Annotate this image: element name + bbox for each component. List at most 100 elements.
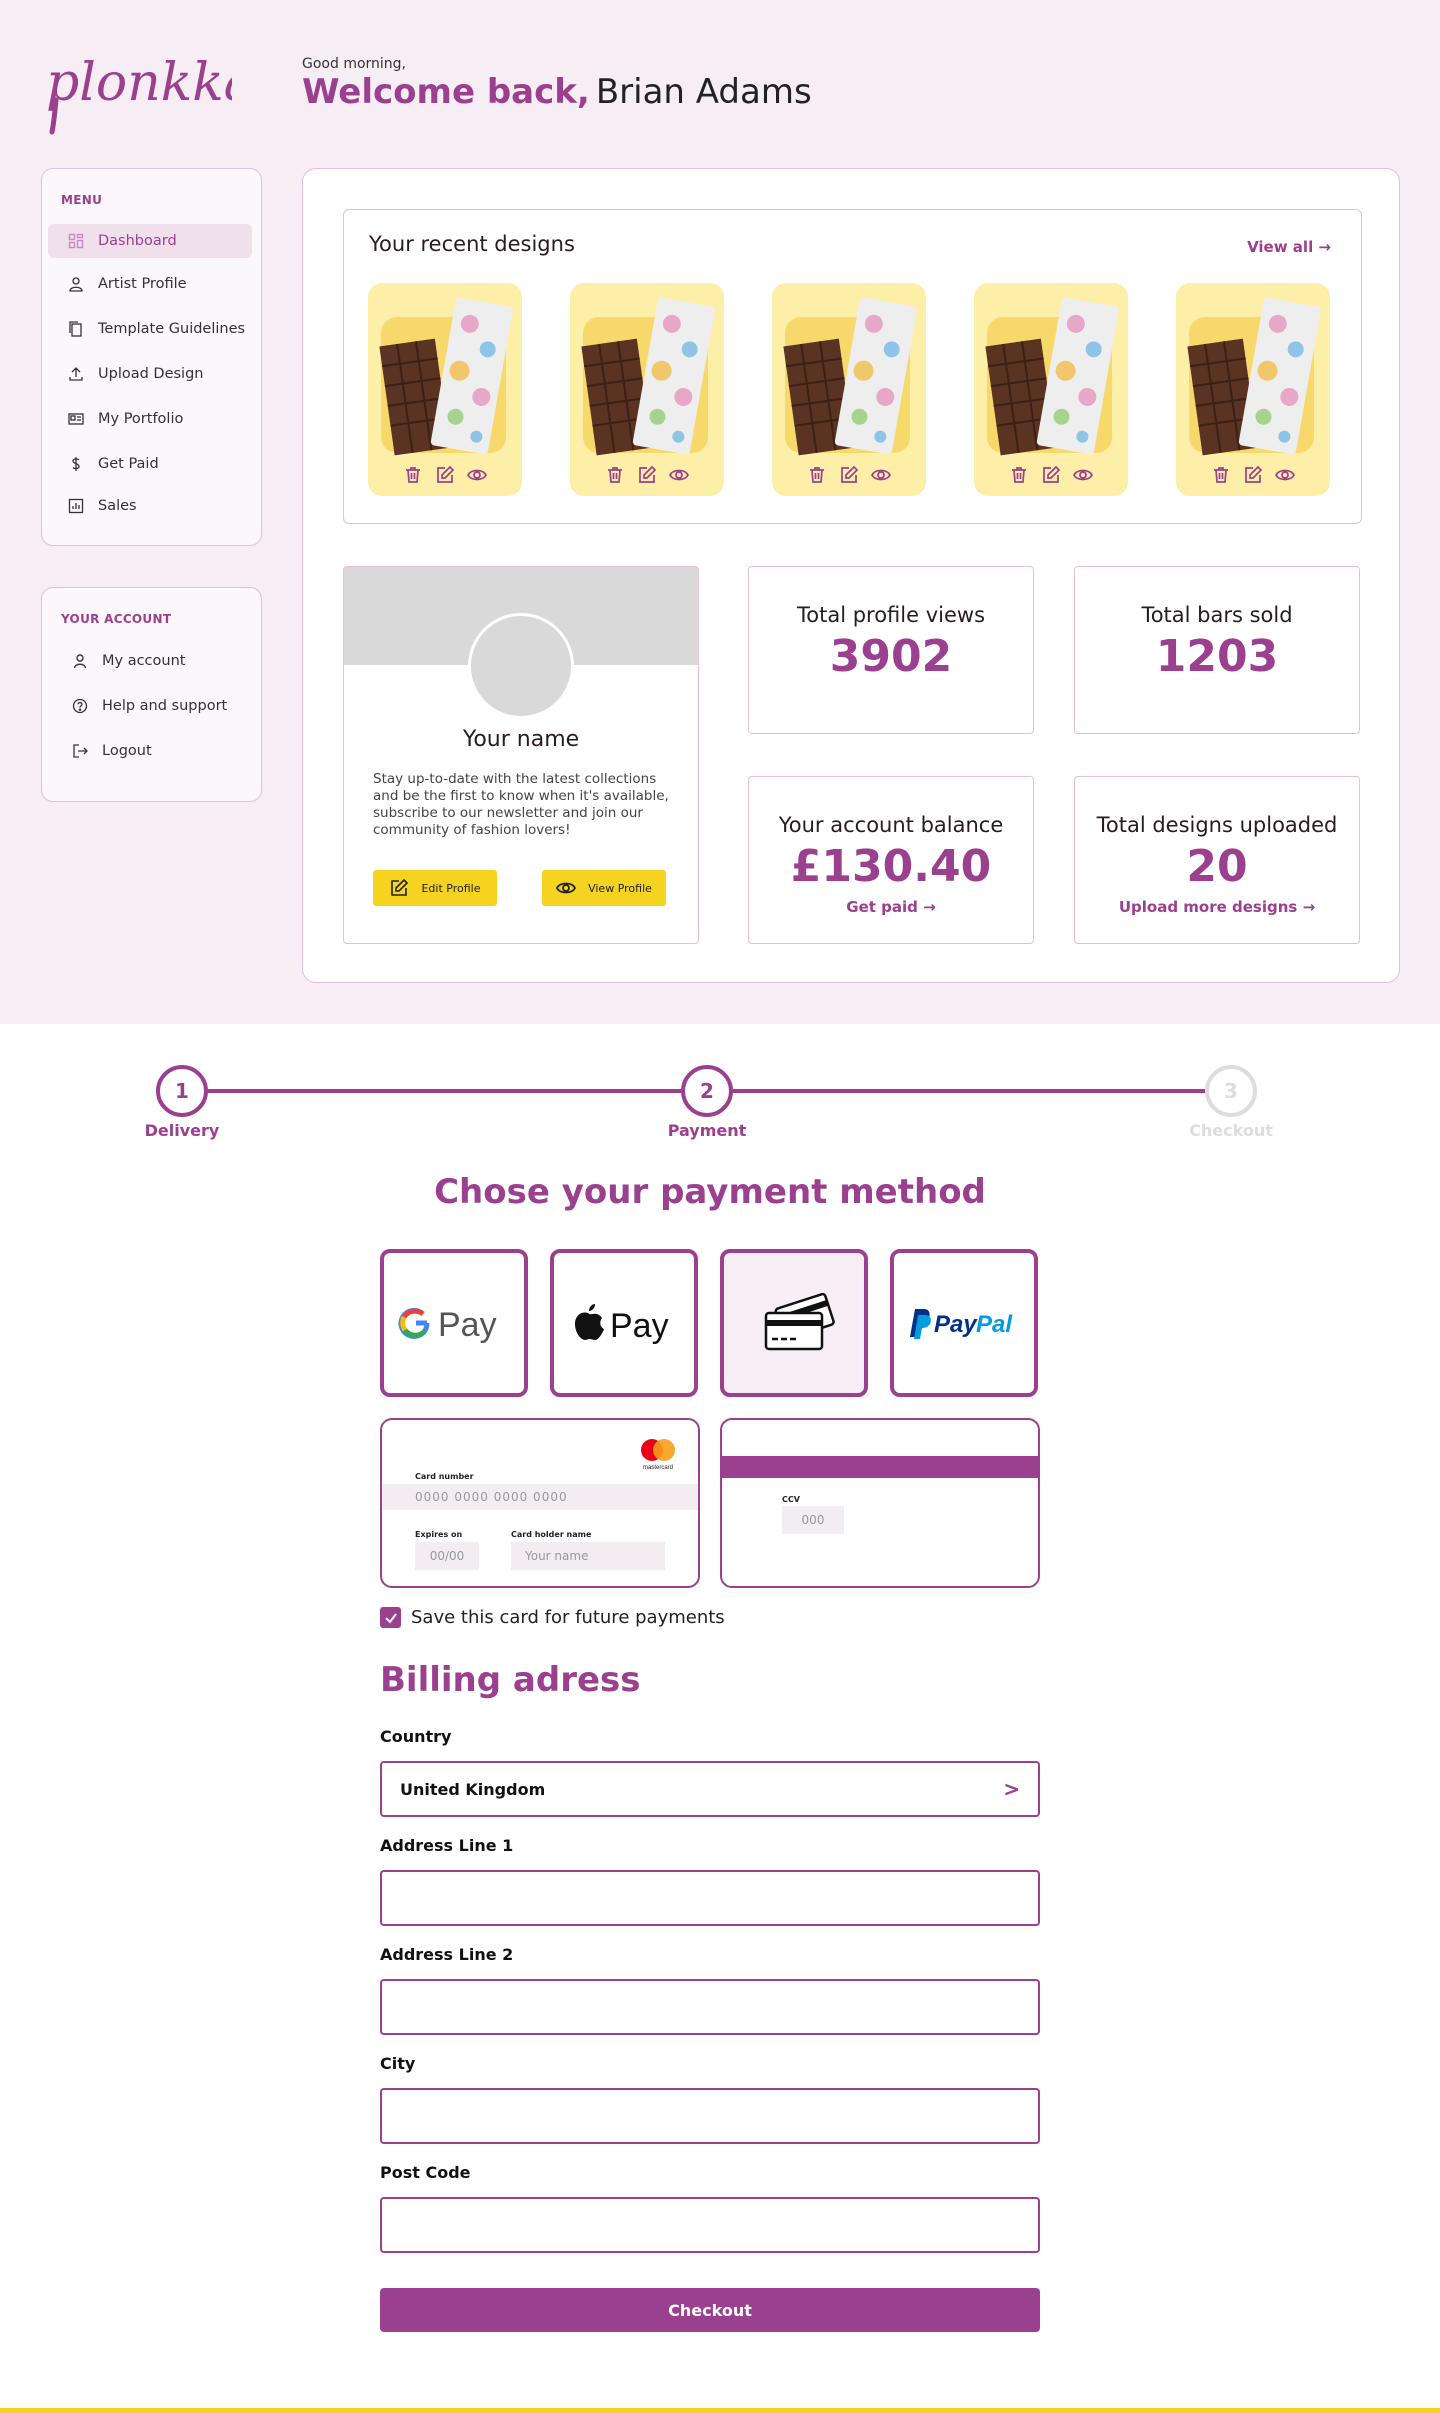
trash-icon[interactable] xyxy=(1008,464,1030,486)
edit-profile-label: Edit Profile xyxy=(421,881,481,895)
magnetic-strip xyxy=(722,1456,1038,1478)
dashboard-icon xyxy=(68,233,84,249)
chocolate-bar-design-image xyxy=(781,295,917,458)
mastercard-logo: mastercard xyxy=(636,1436,680,1472)
recent-designs-title: Your recent designs xyxy=(369,232,575,256)
plonkkaa-logo[interactable]: plonkkaa xyxy=(42,40,286,140)
edit-icon[interactable] xyxy=(838,464,860,486)
design-tile[interactable] xyxy=(772,283,926,496)
edit-icon[interactable] xyxy=(636,464,658,486)
ccv-input[interactable]: 000 xyxy=(782,1506,844,1534)
get-paid-link[interactable]: Get paid → xyxy=(749,898,1033,916)
eye-icon[interactable] xyxy=(870,464,892,486)
chocolate-bar-design-image xyxy=(1185,295,1321,458)
recent-designs-panel: Your recent designs View all → xyxy=(343,209,1362,524)
card-option[interactable] xyxy=(720,1249,868,1397)
save-card-checkbox[interactable] xyxy=(380,1607,401,1628)
sidebar-item-label: My account xyxy=(102,653,186,669)
step-1-label: Delivery xyxy=(144,1121,220,1140)
edit-icon[interactable] xyxy=(1242,464,1264,486)
google-pay-icon: Pay xyxy=(398,1306,497,1344)
save-card-row: Save this card for future payments xyxy=(380,1607,725,1628)
tile-actions xyxy=(570,464,724,486)
eye-icon[interactable] xyxy=(1274,464,1296,486)
view-profile-button[interactable]: View Profile xyxy=(542,870,666,906)
svg-text:Pay: Pay xyxy=(610,1307,669,1345)
tile-actions xyxy=(368,464,522,486)
sidebar-item-help[interactable]: Help and support xyxy=(48,689,252,723)
post-code-label: Post Code xyxy=(380,2163,471,2182)
google-pay-option[interactable]: Pay xyxy=(380,1249,528,1397)
tile-actions xyxy=(772,464,926,486)
trash-icon[interactable] xyxy=(806,464,828,486)
stat-label: Total profile views xyxy=(796,603,986,627)
sidebar-item-upload-design[interactable]: Upload Design xyxy=(48,357,252,391)
stat-value: 20 xyxy=(1186,841,1248,892)
apple-pay-option[interactable]: Pay xyxy=(550,1249,698,1397)
expiry-input[interactable]: 00/00 xyxy=(415,1542,479,1570)
stat-value: £130.40 xyxy=(790,841,992,892)
design-tile[interactable] xyxy=(1176,283,1330,496)
trash-icon[interactable] xyxy=(402,464,424,486)
upload-more-link[interactable]: Upload more designs → xyxy=(1075,898,1359,916)
city-input[interactable] xyxy=(380,2088,1040,2144)
sidebar-item-artist-profile[interactable]: Artist Profile xyxy=(48,267,252,301)
design-tile[interactable] xyxy=(570,283,724,496)
sidebar-item-template-guidelines[interactable]: Template Guidelines xyxy=(48,312,252,346)
bars-sold-card: Total bars sold 1203 xyxy=(1074,566,1360,734)
trash-icon[interactable] xyxy=(604,464,626,486)
edit-profile-button[interactable]: Edit Profile xyxy=(373,870,497,906)
portfolio-icon xyxy=(68,411,84,427)
step-3-label: Checkout xyxy=(1189,1121,1273,1140)
step-1-circle[interactable]: 1 xyxy=(156,1065,208,1117)
card-back: CCV 000 xyxy=(720,1418,1040,1588)
sidebar-item-label: Dashboard xyxy=(98,233,177,249)
sidebar-item-logout[interactable]: Logout xyxy=(48,734,252,768)
country-select[interactable]: United Kingdom > xyxy=(380,1761,1040,1817)
apple-pay-icon: Pay xyxy=(575,1304,669,1345)
edit-icon[interactable] xyxy=(1040,464,1062,486)
svg-text:mastercard: mastercard xyxy=(643,1465,673,1471)
card-front: mastercard Card number 0000 0000 0000 00… xyxy=(380,1418,700,1588)
user-name: Brian Adams xyxy=(595,72,812,112)
stat-value: 3902 xyxy=(829,631,953,682)
checkout-button[interactable]: Checkout xyxy=(380,2288,1040,2332)
edit-icon[interactable] xyxy=(434,464,456,486)
address-line-2-input[interactable] xyxy=(380,1979,1040,2035)
sidebar-item-label: My Portfolio xyxy=(98,411,184,427)
trash-icon[interactable] xyxy=(1210,464,1232,486)
stat-label: Total designs uploaded xyxy=(1096,813,1338,837)
post-code-input[interactable] xyxy=(380,2197,1040,2253)
sidebar-item-get-paid[interactable]: Get Paid xyxy=(48,447,252,481)
step-2-circle[interactable]: 2 xyxy=(681,1065,733,1117)
stat-label: Your account balance xyxy=(778,813,1004,837)
sidebar-item-sales[interactable]: Sales xyxy=(48,489,252,523)
account-title: YOUR ACCOUNT xyxy=(61,612,172,626)
card-number-label: Card number xyxy=(415,1472,474,1481)
country-value: United Kingdom xyxy=(400,1779,546,1799)
card-holder-label: Card holder name xyxy=(511,1530,592,1539)
eye-icon[interactable] xyxy=(1072,464,1094,486)
card-holder-input[interactable]: Your name xyxy=(511,1542,665,1570)
eye-icon[interactable] xyxy=(466,464,488,486)
design-tile[interactable] xyxy=(368,283,522,496)
person-icon xyxy=(72,653,88,669)
account-balance-card: Your account balance £130.40 Get paid → xyxy=(748,776,1034,944)
address-line-2-label: Address Line 2 xyxy=(380,1945,514,1964)
avatar[interactable] xyxy=(468,613,574,719)
sidebar-item-my-portfolio[interactable]: My Portfolio xyxy=(48,402,252,436)
sidebar-item-label: Sales xyxy=(98,498,137,514)
card-number-input[interactable]: 0000 0000 0000 0000 xyxy=(382,1484,698,1510)
sidebar-item-dashboard[interactable]: Dashboard xyxy=(48,224,252,258)
credit-card-icon xyxy=(764,1293,835,1351)
view-all-link[interactable]: View all → xyxy=(1247,238,1331,256)
sidebar-item-label: Logout xyxy=(102,743,152,759)
eye-icon[interactable] xyxy=(668,464,690,486)
view-profile-label: View Profile xyxy=(588,881,652,895)
design-tile[interactable] xyxy=(974,283,1128,496)
stat-label: Total bars sold xyxy=(1141,603,1293,627)
sidebar-item-my-account[interactable]: My account xyxy=(48,644,252,678)
address-line-1-input[interactable] xyxy=(380,1870,1040,1926)
sidebar-account: YOUR ACCOUNT My account Help and support… xyxy=(41,587,262,802)
paypal-option[interactable]: Pay Pal xyxy=(890,1249,1038,1397)
